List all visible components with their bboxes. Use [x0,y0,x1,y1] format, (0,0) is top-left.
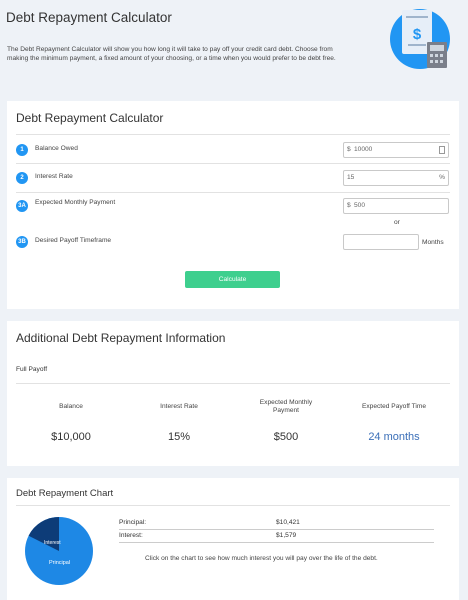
calculator-title: Debt Repayment Calculator [16,111,164,125]
balance-owed-label: Balance Owed [35,145,78,152]
monthly-payment-label: Expected Monthly Payment [35,199,116,206]
months-label: Months [422,239,444,246]
payoff-timeframe-input[interactable] [343,234,419,250]
or-separator: or [394,219,400,226]
balance-owed-value: 10000 [354,146,373,153]
principal-value: $10,421 [276,519,300,526]
balance-value: $10,000 [51,431,91,443]
principal-slice-label: Principal [49,560,70,566]
interest-rate-input[interactable]: 15 % [343,170,449,186]
monthly-payment-row: 3A Expected Monthly Payment $ 500 [16,198,450,216]
table-row: Principal: $10,421 [119,517,434,530]
repayment-pie-chart[interactable]: Interest Principal [24,516,94,586]
divider [16,192,450,193]
step-badge: 3A [16,200,28,212]
interest-rate-label: Interest Rate [35,173,73,180]
page-description: The Debt Repayment Calculator will show … [7,46,336,62]
balance-owed-input[interactable]: $ 10000 [343,142,449,158]
percent-suffix: % [439,174,445,181]
interest-slice-label: Interest [44,540,61,546]
monthly-payment-value: 500 [354,202,366,209]
calculate-button[interactable]: Calculate [185,271,280,288]
chart-card: Debt Repayment Chart Interest Principal … [7,478,459,600]
step-badge: 3B [16,236,28,248]
table-row: Interest: $1,579 [119,530,434,543]
monthly-payment-value: $500 [273,431,299,443]
interest-value: $1,579 [276,532,297,539]
currency-prefix: $ [347,146,351,153]
chart-title: Debt Repayment Chart [16,488,114,499]
divider [16,163,450,164]
interest-label: Interest: [119,532,143,539]
payoff-timeframe-label: Desired Payoff Timeframe [35,237,112,244]
interest-rate-value: 15 [347,174,355,181]
payoff-time-header: Expected Payoff Time [361,403,427,410]
payoff-timeframe-row: 3B Desired Payoff Timeframe [16,234,450,252]
interest-rate-row: 2 Interest Rate 15 % [16,170,450,188]
divider [16,505,450,506]
info-title: Additional Debt Repayment Information [16,331,226,345]
hero-dollar-sign: $ [413,26,422,43]
monthly-payment-header: Expected Monthly Payment [259,399,313,414]
monthly-payment-input[interactable]: $ 500 [343,198,449,214]
principal-label: Principal: [119,519,147,526]
interest-rate-value: 15% [167,431,191,443]
payoff-time-value: 24 months [368,431,420,443]
balance-owed-row: 1 Balance Owed $ 10000 [16,142,450,160]
currency-prefix: $ [347,202,351,209]
bill-calculator-icon: $ [390,9,450,69]
balance-header: Balance [59,403,83,410]
calculator-icon[interactable] [439,146,445,154]
divider [16,383,450,384]
calculator-card: Debt Repayment Calculator 1 Balance Owed… [7,101,459,309]
divider [16,134,450,135]
step-badge: 2 [16,172,28,184]
repayment-summary-table: Principal: $10,421 Interest: $1,579 [119,517,434,543]
full-payoff-label: Full Payoff [16,366,48,373]
chart-note: Click on the chart to see how much inter… [145,555,378,562]
step-badge: 1 [16,144,28,156]
info-card: Additional Debt Repayment Information Fu… [7,321,459,466]
interest-rate-header: Interest Rate [160,403,198,410]
page-title: Debt Repayment Calculator [6,10,172,25]
